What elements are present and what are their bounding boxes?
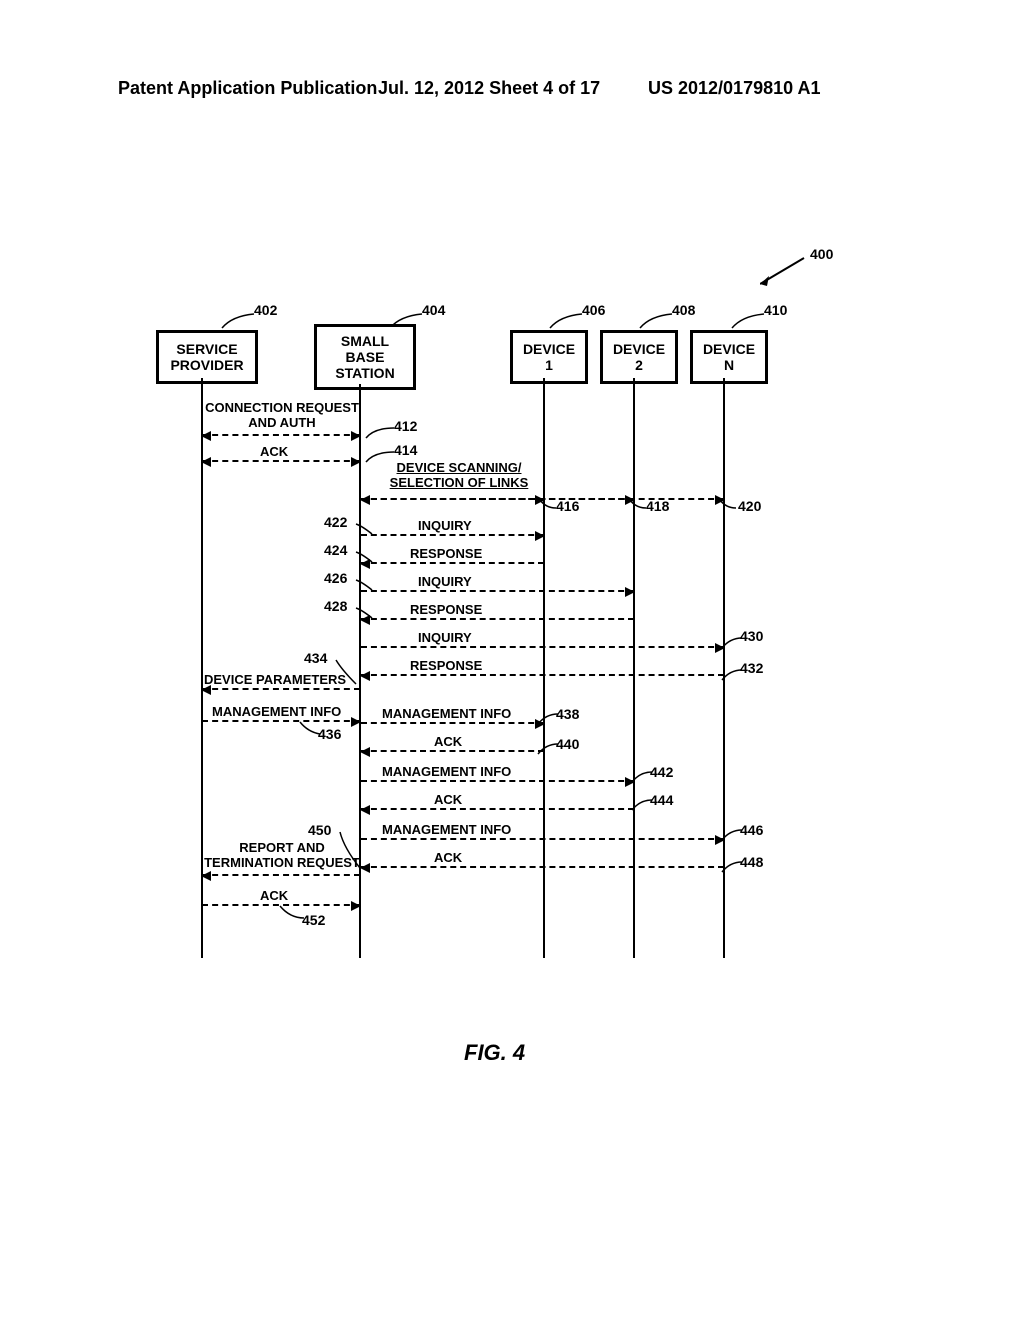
arrow-438 <box>361 722 544 724</box>
arrow-422 <box>361 534 544 536</box>
leader-442 <box>630 770 654 784</box>
ref-422: 422 <box>324 514 347 530</box>
msg-dev-params: DEVICE PARAMETERS <box>204 672 346 687</box>
leader-432 <box>720 668 744 682</box>
header-center: Jul. 12, 2012 Sheet 4 of 17 <box>378 78 600 99</box>
leader-444 <box>630 798 654 812</box>
leader-430 <box>720 636 744 650</box>
ref-416: 416 <box>556 498 579 514</box>
msg-mgmt-446: MANAGEMENT INFO <box>382 822 511 837</box>
arrow-414 <box>202 460 360 462</box>
arrow-434 <box>202 688 360 690</box>
leader-418 <box>628 498 648 512</box>
leader-448 <box>720 860 744 874</box>
ref-426: 426 <box>324 570 347 586</box>
msg-ack-440: ACK <box>434 734 462 749</box>
leader-452 <box>278 904 306 922</box>
leader-436 <box>298 720 322 736</box>
actor-device-n: DEVICEN <box>690 330 768 384</box>
actor-device-2: DEVICE2 <box>600 330 678 384</box>
msg-ack-414: ACK <box>260 444 288 459</box>
actor-service-provider: SERVICEPROVIDER <box>156 330 258 384</box>
arrow-442 <box>361 780 634 782</box>
msg-response-432: RESPONSE <box>410 658 482 673</box>
leader-420 <box>718 498 738 512</box>
arrow-436 <box>202 720 360 722</box>
actor-small-base-station: SMALLBASESTATION <box>314 324 416 390</box>
arrow-430 <box>361 646 724 648</box>
sequence-diagram: 402 404 406 408 410 SERVICEPROVIDER SMAL… <box>184 312 854 1022</box>
ref-428: 428 <box>324 598 347 614</box>
leader-402 <box>220 312 258 330</box>
leader-410 <box>730 312 768 330</box>
msg-ack-452: ACK <box>260 888 288 903</box>
leader-400 <box>760 256 808 286</box>
arrow-448 <box>361 866 724 868</box>
msg-scan: DEVICE SCANNING/SELECTION OF LINKS <box>374 460 544 490</box>
header-left: Patent Application Publication <box>118 78 377 99</box>
ref-400: 400 <box>810 246 833 262</box>
arrow-450 <box>202 874 360 876</box>
leader-416 <box>538 498 558 512</box>
msg-mgmt-442: MANAGEMENT INFO <box>382 764 511 779</box>
arrow-428 <box>361 618 634 620</box>
ref-450: 450 <box>308 822 331 838</box>
msg-conn-req: CONNECTION REQUESTAND AUTH <box>204 400 360 430</box>
msg-mgmt-436: MANAGEMENT INFO <box>212 704 341 719</box>
leader-438 <box>536 712 560 726</box>
ref-434: 434 <box>304 650 327 666</box>
arrow-412 <box>202 434 360 436</box>
leader-446 <box>720 828 744 842</box>
leader-412 <box>364 426 398 440</box>
msg-ack-448: ACK <box>434 850 462 865</box>
msg-inquiry-422: INQUIRY <box>418 518 472 533</box>
arrow-440 <box>361 750 544 752</box>
ref-420: 420 <box>738 498 761 514</box>
arrow-426 <box>361 590 634 592</box>
actor-device-1: DEVICE1 <box>510 330 588 384</box>
msg-ack-444: ACK <box>434 792 462 807</box>
figure-label: FIG. 4 <box>464 1040 525 1066</box>
ref-418: 418 <box>646 498 669 514</box>
arrow-446 <box>361 838 724 840</box>
msg-response-424: RESPONSE <box>410 546 482 561</box>
arrow-432 <box>361 674 724 676</box>
lifeline-device-2 <box>633 378 635 958</box>
msg-response-428: RESPONSE <box>410 602 482 617</box>
leader-408 <box>638 312 676 330</box>
leader-440 <box>536 742 560 756</box>
msg-mgmt-438: MANAGEMENT INFO <box>382 706 511 721</box>
arrow-424 <box>361 562 544 564</box>
msg-inquiry-426: INQUIRY <box>418 574 472 589</box>
leader-406 <box>548 312 586 330</box>
header-right: US 2012/0179810 A1 <box>648 78 820 99</box>
ref-424: 424 <box>324 542 347 558</box>
arrow-444 <box>361 808 634 810</box>
msg-report-term: REPORT ANDTERMINATION REQUEST <box>198 840 366 870</box>
msg-inquiry-430: INQUIRY <box>418 630 472 645</box>
